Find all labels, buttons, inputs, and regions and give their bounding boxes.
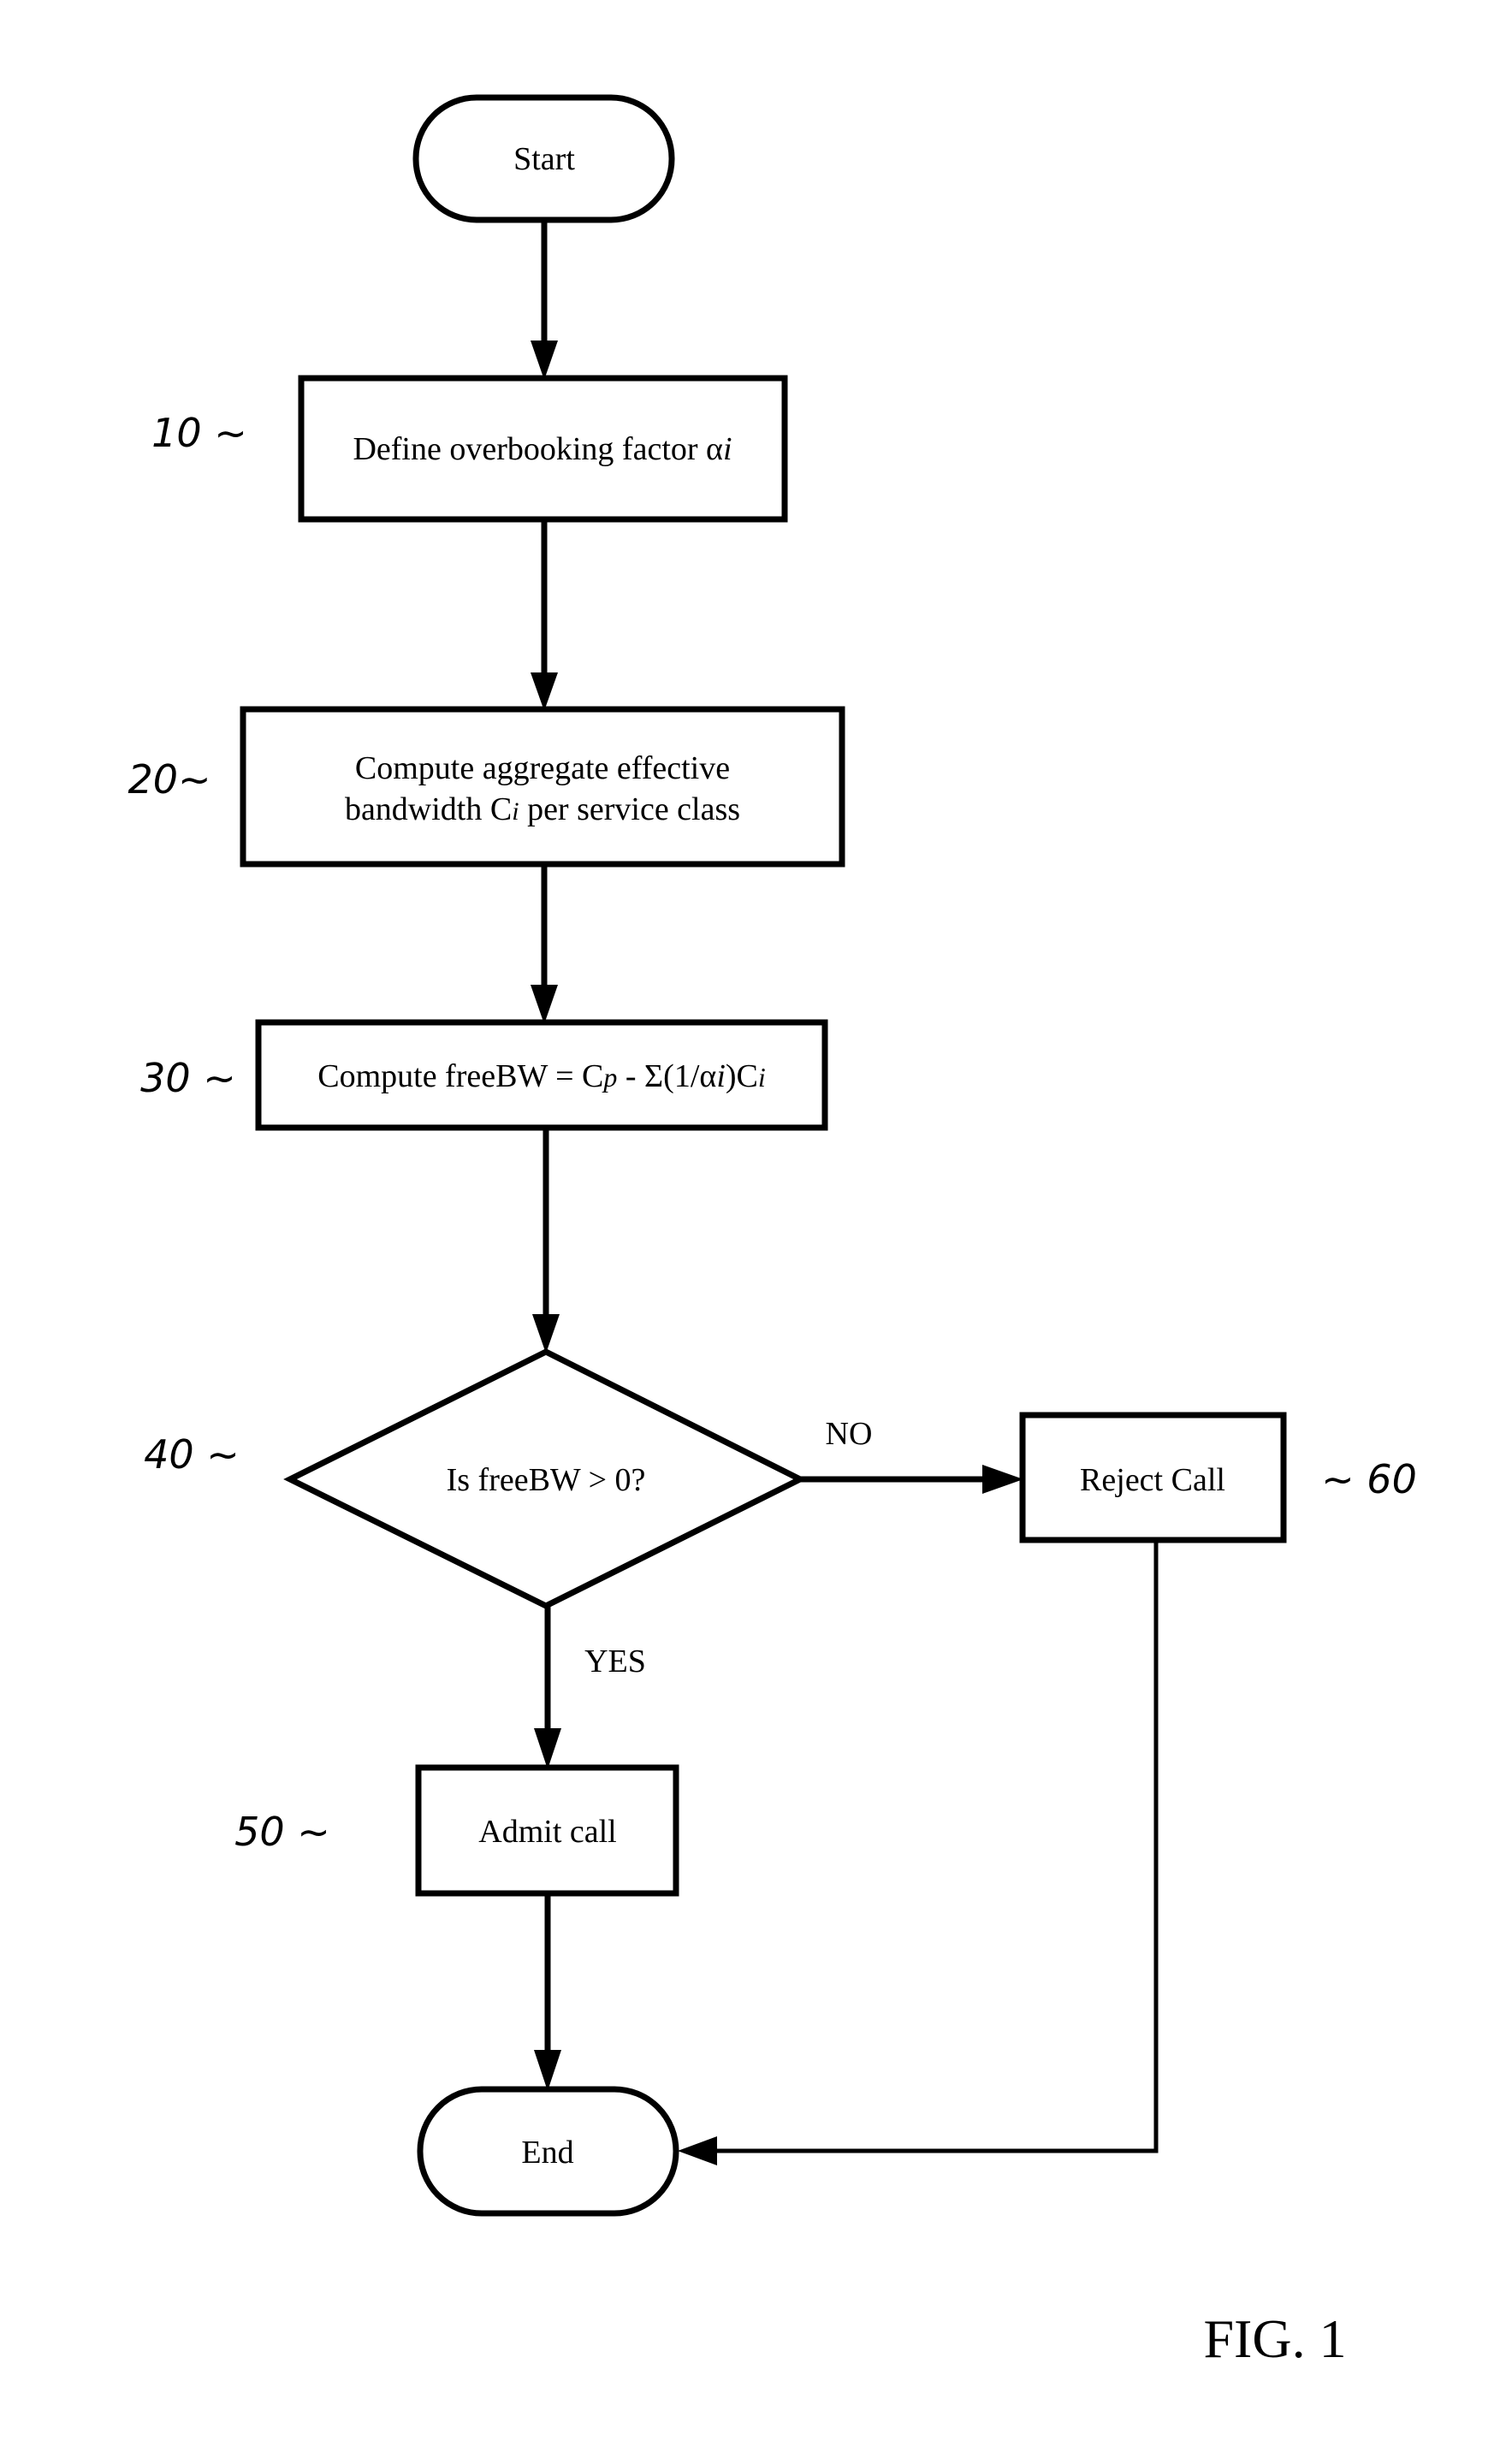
figure-label: FIG. 1 [1203, 2308, 1346, 2369]
step-10-define-overbooking: Define overbooking factor αi [298, 375, 788, 523]
end-label: End [521, 2135, 573, 2171]
step-10-label: Define overbooking factor αi [353, 431, 732, 467]
ref-numeral-10: 10 ~ [151, 410, 247, 456]
step-20-label-line2: bandwidth Ci per service class [345, 791, 740, 827]
ref-numeral-50: 50 ~ [234, 1809, 330, 1855]
start-terminator: Start [412, 94, 675, 223]
ref-numeral-60: ~ 60 [1321, 1456, 1417, 1502]
edge-label-yes: YES [584, 1644, 646, 1679]
ref-numeral-20: 20~ [127, 756, 210, 803]
step-60-label: Reject Call [1080, 1462, 1225, 1498]
edge-step60-to-end [678, 1540, 1159, 2165]
step-60-reject-call: Reject Call [1019, 1412, 1287, 1543]
edge-step30-to-step40 [532, 1128, 560, 1353]
ref-numeral-40: 40 ~ [144, 1431, 240, 1478]
end-terminator: End [417, 2086, 679, 2217]
edge-step40-to-step60 [800, 1465, 1023, 1494]
start-label: Start [513, 141, 575, 177]
step-40-label: Is freeBW > 0? [447, 1462, 646, 1498]
edge-step50-to-end [534, 1893, 561, 2091]
edge-step40-to-step50 [534, 1606, 561, 1769]
ref-numeral-30: 30 ~ [140, 1055, 236, 1101]
step-20-label-line1: Compute aggregate effective [355, 750, 730, 786]
step-30-compute-freebw: Compute freeBW = Cp - Σ(1/αi)Ci [255, 1019, 828, 1131]
step-50-admit-call: Admit call [415, 1764, 679, 1897]
step-40-decision: Is freeBW > 0? [283, 1348, 807, 1609]
edge-step10-to-step20 [531, 519, 558, 711]
step-30-label: Compute freeBW = Cp - Σ(1/αi)Ci [317, 1058, 766, 1094]
step-20-compute-aggregate-bandwidth: Compute aggregate effective bandwidth Ci… [240, 706, 845, 868]
step-50-label: Admit call [478, 1814, 616, 1850]
edge-label-no: NO [826, 1416, 873, 1452]
edge-step20-to-step30 [531, 864, 558, 1024]
edge-start-to-step10 [531, 220, 558, 380]
flowchart: Start Define overbooking factor αi Compu… [127, 94, 1417, 2369]
